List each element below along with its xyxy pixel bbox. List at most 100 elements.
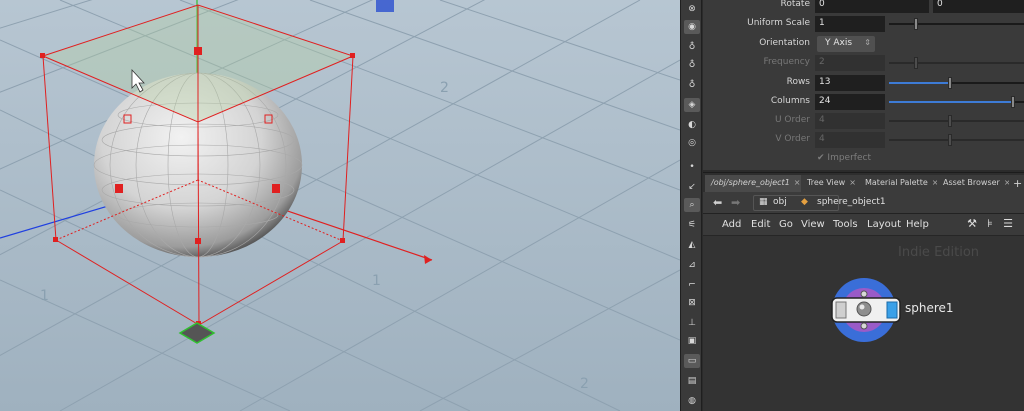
geo-node-icon: ◆ [801, 197, 808, 207]
u-order-label: U Order [774, 115, 810, 125]
axis-icon[interactable]: ⊥ [684, 316, 700, 330]
breadcrumb-obj[interactable]: obj [769, 195, 791, 211]
wrench-icon[interactable]: ⚒ [966, 218, 978, 230]
rotate-y-field[interactable]: 0 [933, 0, 1024, 13]
scene-viewport[interactable]: 1 1 2 2 1 [0, 0, 680, 411]
menu-add[interactable]: Add [722, 219, 741, 230]
u-order-row: U Order 4 [703, 112, 1024, 130]
bend-icon[interactable]: ⊿ [684, 258, 700, 272]
display-icon[interactable]: ◐ [684, 118, 700, 132]
imperfect-label: Imperfect [827, 153, 871, 163]
orientation-dropdown[interactable]: Y Axis ⇕ [817, 36, 875, 52]
dot-icon[interactable]: • [684, 160, 700, 174]
top-handle [194, 47, 202, 55]
menu-layout[interactable]: Layout [867, 219, 901, 230]
orientation-value: Y Axis [825, 38, 853, 48]
close-icon[interactable]: × [849, 178, 856, 187]
grid-label: 2 [440, 80, 449, 96]
node-graph[interactable] [703, 236, 1024, 411]
grid-icon[interactable]: ⊠ [684, 296, 700, 310]
close-icon[interactable]: × [794, 178, 801, 187]
columns-label: Columns [770, 96, 810, 106]
grid-label: 2 [580, 376, 589, 392]
x-axis-arrow[interactable] [424, 255, 432, 264]
bottom-handle [195, 238, 201, 244]
breadcrumb-node[interactable]: sphere_object1 [813, 195, 890, 211]
light-icon[interactable]: ♁ [684, 40, 700, 54]
viewport-toolbar: ⊗ ◉ ♁ ♁ ♁ ◈ ◐ ◎ • ↙ ⌕ ⚟ ◭ ⊿ ⌐ ⊠ ⊥ ▣ ▭ ▤ … [680, 0, 702, 411]
sphere-node-icon [856, 301, 872, 317]
tab-label: Tree View [807, 178, 846, 187]
flip-icon[interactable]: ◍ [684, 394, 700, 408]
tree-icon[interactable]: ⊧ [984, 218, 996, 230]
columns-slider[interactable] [889, 96, 1024, 108]
v-order-label: V Order [775, 134, 810, 144]
tab-label: Material Palette [865, 178, 928, 187]
snap-icon[interactable]: ⌕ [684, 198, 700, 212]
tab-network[interactable]: /obj/sphere_object1 × [705, 175, 808, 193]
uniform-scale-label: Uniform Scale [747, 18, 810, 28]
orientation-label: Orientation [759, 38, 810, 48]
node-name[interactable]: sphere1 [905, 301, 954, 315]
add-tab-button[interactable]: + [1009, 175, 1024, 193]
tab-asset-browser[interactable]: Asset Browser × [937, 175, 1018, 193]
parameter-panel: Rotate 0 0 Uniform Scale 1 Orientation Y… [703, 0, 1024, 170]
imperfect-toggle: ✔ Imperfect [817, 153, 871, 163]
path-bar: ⬅ ➡ ▦ obj ◆ sphere_object1 [703, 192, 1024, 214]
corner-handle [350, 53, 355, 58]
sphere-highlight [859, 304, 865, 310]
node-display-flag[interactable] [886, 301, 898, 319]
pose-icon[interactable]: ⚟ [684, 218, 700, 232]
columns-field[interactable]: 24 [815, 94, 885, 110]
chevron-updown-icon: ⇕ [864, 38, 871, 47]
rotate-x-field[interactable]: 0 [815, 0, 929, 13]
uniform-scale-slider[interactable] [889, 18, 1024, 30]
forward-arrow-icon[interactable]: ➡ [731, 196, 740, 209]
handle-icon[interactable]: ◈ [684, 98, 700, 112]
network-editor[interactable]: Indie Edition sphere1 [703, 236, 1024, 411]
tab-material-palette[interactable]: Material Palette × [859, 175, 946, 193]
magnify-icon[interactable]: ◉ [684, 20, 700, 34]
render-icon[interactable]: ▤ [684, 374, 700, 388]
menu-tools[interactable]: Tools [833, 219, 858, 230]
menu-go[interactable]: Go [779, 219, 793, 230]
menu-help[interactable]: Help [906, 219, 929, 230]
rotate-row: Rotate 0 0 [703, 0, 1024, 14]
menu-view[interactable]: View [801, 219, 825, 230]
rows-label: Rows [786, 77, 810, 87]
corner-handle [340, 238, 345, 243]
light-point-icon[interactable]: ♁ [684, 78, 700, 92]
tab-label: /obj/sphere_object1 [711, 178, 790, 187]
box-icon[interactable]: ▣ [684, 334, 700, 348]
u-order-slider [889, 115, 1024, 127]
rotate-label: Rotate [780, 0, 810, 9]
uniform-scale-field[interactable]: 1 [815, 16, 885, 32]
view-icon[interactable]: ▭ [684, 354, 700, 368]
frequency-slider [889, 57, 1024, 69]
frequency-field: 2 [815, 55, 885, 71]
camera-icon[interactable]: ◎ [684, 136, 700, 150]
close-icon[interactable]: ⊗ [684, 2, 700, 16]
node-output-port[interactable] [860, 322, 868, 330]
list-icon[interactable]: ☰ [1002, 218, 1014, 230]
menu-edit[interactable]: Edit [751, 219, 770, 230]
tab-label: Asset Browser [943, 178, 1000, 187]
checkmark-icon: ✔ [817, 153, 825, 163]
node-bypass-flag[interactable] [835, 301, 847, 319]
v-order-slider [889, 134, 1024, 146]
pointer-icon[interactable]: ↙ [684, 180, 700, 194]
corner-icon[interactable]: ⌐ [684, 278, 700, 292]
back-arrow-icon[interactable]: ⬅ [713, 196, 722, 209]
light-alt-icon[interactable]: ♁ [684, 58, 700, 72]
tab-tree-view[interactable]: Tree View × [801, 175, 863, 193]
viewport-canvas[interactable]: 1 1 2 2 1 [0, 0, 680, 411]
v-order-row: V Order 4 [703, 131, 1024, 149]
grid-label: 1 [372, 273, 381, 289]
rows-field[interactable]: 13 [815, 75, 885, 91]
corner-handle [40, 53, 45, 58]
rows-slider[interactable] [889, 77, 1024, 89]
z-handle[interactable] [376, 0, 394, 12]
uniform-scale-row: Uniform Scale 1 [703, 15, 1024, 33]
paint-icon[interactable]: ◭ [684, 238, 700, 252]
node-input-port[interactable] [860, 290, 868, 298]
